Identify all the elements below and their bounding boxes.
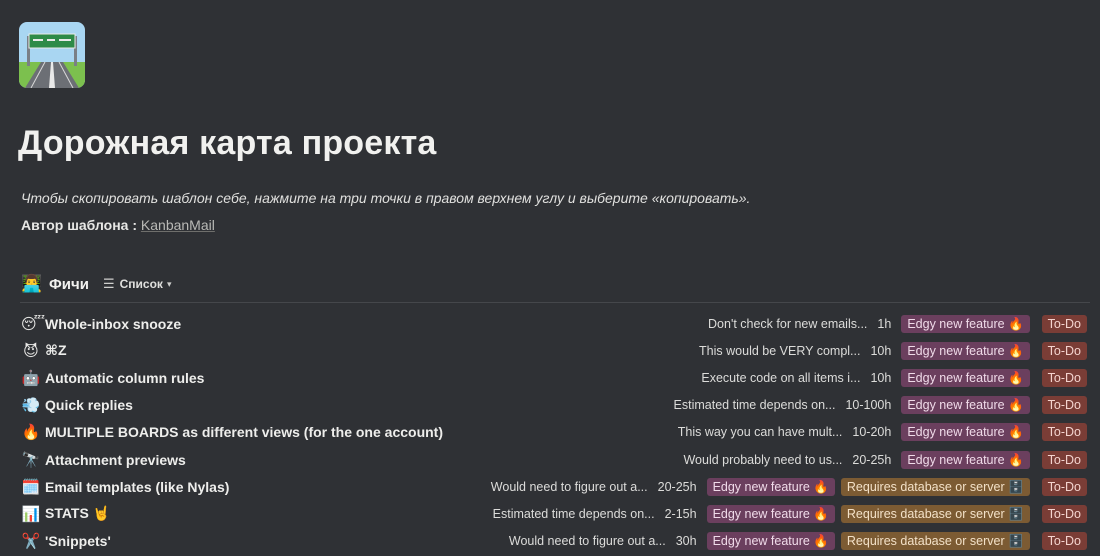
technologist-emoji-icon: 👨‍💻 (21, 274, 43, 293)
tag-requires-database: Requires database or server 🗄️ (840, 504, 1030, 523)
status-badge: To-Do (1041, 423, 1087, 442)
status-badge: To-Do (1041, 450, 1087, 469)
page-author: Автор шаблона : KanbanMail (21, 217, 215, 233)
status-badge: To-Do (1041, 396, 1087, 415)
tag-edgy-feature: Edgy new feature 🔥 (901, 396, 1030, 415)
row-properties: Execute code on all items i... 10h Edgy … (701, 368, 1087, 387)
list-item[interactable]: 📊 STATS 🤘 Estimated time depends on... 2… (0, 500, 1100, 527)
tag-edgy-feature: Edgy new feature 🔥 (901, 450, 1030, 469)
status-badge: To-Do (1041, 477, 1087, 496)
database-header: 👨‍💻 Фичи ☰ Список ▾ (21, 271, 171, 297)
list-item[interactable]: 😴 Whole-inbox snooze Don't check for new… (0, 310, 1100, 337)
database-title[interactable]: Фичи (49, 276, 89, 293)
row-title: MULTIPLE BOARDS as different views (for … (45, 424, 444, 441)
row-properties: Would need to figure out a... 30h Edgy n… (508, 532, 1087, 551)
row-emoji-icon: 💨 (21, 397, 41, 415)
page-icon[interactable] (19, 22, 85, 88)
list-item[interactable]: 💨 Quick replies Estimated time depends o… (0, 392, 1100, 419)
row-emoji-icon: 📊 (21, 505, 41, 523)
list-item[interactable]: 😈 ⌘Z This would be VERY compl... 10h Edg… (0, 337, 1100, 364)
row-description: Would probably need to us... (683, 452, 843, 467)
row-emoji-icon: 😴 (21, 315, 46, 333)
road-sign-icon (19, 22, 85, 88)
status-badge: To-Do (1041, 341, 1087, 360)
row-estimate: 10-100h (845, 398, 892, 413)
row-description: Don't check for new emails... (708, 316, 868, 331)
row-description: Would need to figure out a... (508, 534, 666, 549)
row-emoji-icon: 🤖 (21, 369, 41, 387)
author-label: Автор шаблона : (21, 217, 138, 233)
row-description: Would need to figure out a... (490, 479, 648, 494)
view-switcher[interactable]: ☰ Список ▾ (103, 276, 172, 292)
row-title: Automatic column rules (45, 369, 205, 386)
row-properties: Would probably need to us... 20-25h Edgy… (683, 450, 1087, 469)
row-properties: Estimated time depends on... 2-15h Edgy … (492, 504, 1087, 523)
status-badge: To-Do (1041, 314, 1087, 333)
row-properties: This way you can have mult... 10-20h Edg… (677, 423, 1087, 442)
row-title: Quick replies (45, 397, 133, 414)
row-estimate: 20-25h (852, 452, 892, 467)
row-title: Email templates (like Nylas) (45, 478, 230, 495)
row-estimate: 30h (675, 534, 697, 549)
list-item[interactable]: ✂️ 'Snippets' Would need to figure out a… (0, 528, 1100, 555)
row-properties: Don't check for new emails... 1h Edgy ne… (708, 314, 1087, 333)
row-description: This would be VERY compl... (699, 343, 861, 358)
author-link[interactable]: KanbanMail (141, 217, 215, 233)
row-emoji-icon: 😈 (23, 342, 39, 360)
row-title: ⌘Z (45, 342, 67, 359)
row-description: Execute code on all items i... (701, 370, 861, 385)
status-badge: To-Do (1041, 368, 1087, 387)
status-badge: To-Do (1041, 504, 1087, 523)
tag-edgy-feature: Edgy new feature 🔥 (901, 368, 1030, 387)
status-badge: To-Do (1041, 532, 1087, 551)
row-estimate: 10h (870, 370, 892, 385)
list-item[interactable]: 🗓️ Email templates (like Nylas) Would ne… (0, 473, 1100, 500)
tag-requires-database: Requires database or server 🗄️ (840, 477, 1030, 496)
tag-edgy-feature: Edgy new feature 🔥 (901, 423, 1030, 442)
row-estimate: 2-15h (664, 506, 697, 521)
row-description: This way you can have mult... (677, 425, 843, 440)
row-title: Whole-inbox snooze (45, 315, 182, 332)
tag-edgy-feature: Edgy new feature 🔥 (901, 341, 1030, 360)
chevron-down-icon: ▾ (166, 278, 172, 289)
row-description: Estimated time depends on... (492, 506, 655, 521)
row-emoji-icon: 🔥 (21, 424, 41, 442)
row-title: 'Snippets' (45, 533, 111, 550)
row-description: Estimated time depends on... (673, 398, 836, 413)
page-description: Чтобы скопировать шаблон себе, нажмите н… (21, 190, 751, 206)
tag-edgy-feature: Edgy new feature 🔥 (706, 532, 835, 551)
page-title: Дорожная карта проекта (18, 124, 437, 162)
tag-edgy-feature: Edgy new feature 🔥 (706, 477, 835, 496)
row-title: Attachment previews (45, 451, 186, 468)
row-estimate: 10-20h (852, 425, 892, 440)
tag-requires-database: Requires database or server 🗄️ (840, 532, 1030, 551)
row-emoji-icon: 🗓️ (21, 478, 41, 496)
row-title: STATS 🤘 (45, 505, 111, 522)
feature-list: 😴 Whole-inbox snooze Don't check for new… (0, 310, 1100, 555)
divider (20, 302, 1090, 303)
list-view-icon: ☰ (102, 276, 115, 291)
row-properties: Would need to figure out a... 20-25h Edg… (490, 477, 1087, 496)
tag-edgy-feature: Edgy new feature 🔥 (901, 314, 1030, 333)
row-estimate: 1h (877, 316, 892, 331)
row-estimate: 20-25h (657, 479, 697, 494)
row-emoji-icon: 🔭 (21, 451, 41, 469)
tag-edgy-feature: Edgy new feature 🔥 (706, 504, 835, 523)
row-estimate: 10h (870, 343, 892, 358)
row-emoji-icon: ✂️ (21, 533, 41, 551)
view-label: Список (119, 277, 163, 291)
row-properties: This would be VERY compl... 10h Edgy new… (699, 341, 1087, 360)
list-item[interactable]: 🔥 MULTIPLE BOARDS as different views (fo… (0, 419, 1100, 446)
list-item[interactable]: 🔭 Attachment previews Would probably nee… (0, 446, 1100, 473)
row-properties: Estimated time depends on... 10-100h Edg… (673, 396, 1087, 415)
list-item[interactable]: 🤖 Automatic column rules Execute code on… (0, 364, 1100, 391)
